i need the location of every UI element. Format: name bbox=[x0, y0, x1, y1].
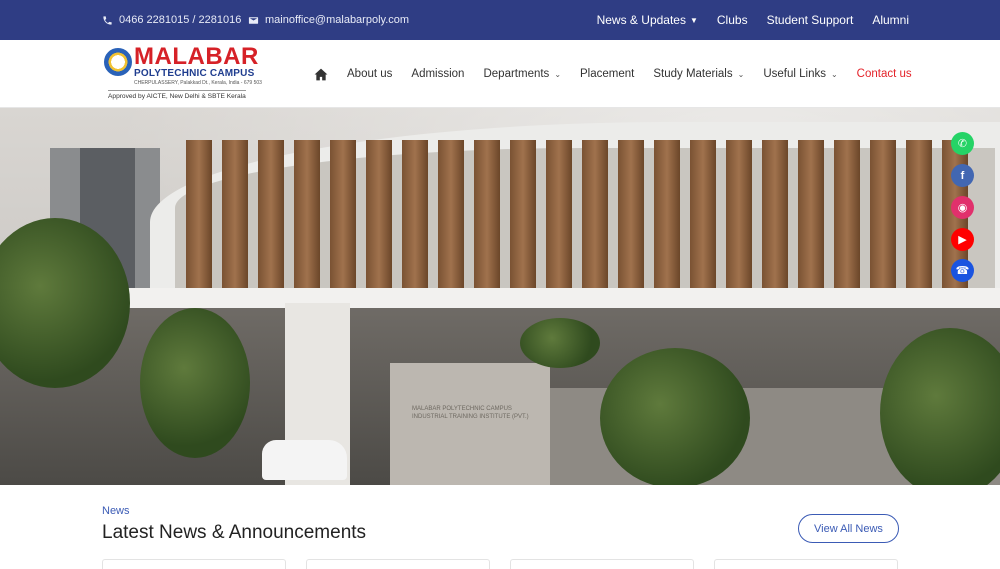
hero-name-wall: MALABAR POLYTECHNIC CAMPUS INDUSTRIAL TR… bbox=[390, 363, 550, 485]
logo-approval: Approved by AICTE, New Delhi & SBTE Kera… bbox=[108, 90, 246, 100]
site-logo[interactable]: MALABAR POLYTECHNIC CAMPUS CHERPULASSERY… bbox=[104, 45, 269, 101]
nav-placement[interactable]: Placement bbox=[580, 68, 634, 80]
phone-number: 0466 2281015 / 2281016 bbox=[119, 14, 242, 26]
chevron-down-icon: ⌄ bbox=[830, 69, 838, 79]
header-email[interactable]: mainoffice@malabarpoly.com bbox=[248, 0, 409, 40]
hero-wood-slats bbox=[180, 140, 980, 310]
news-card[interactable] bbox=[510, 559, 694, 569]
header-phone[interactable]: 0466 2281015 / 2281016 bbox=[102, 0, 241, 40]
nav-label: Admission bbox=[411, 68, 465, 80]
news-card[interactable] bbox=[306, 559, 490, 569]
facebook-button[interactable]: f bbox=[951, 164, 974, 187]
nav-departments[interactable]: Departments ⌄ bbox=[483, 68, 561, 80]
phone-icon bbox=[103, 15, 112, 25]
nav-contact-us[interactable]: Contact us bbox=[857, 68, 912, 80]
top-nav-label: News & Updates bbox=[596, 13, 686, 27]
hero-sign-line-2: INDUSTRIAL TRAINING INSTITUTE (PVT.) bbox=[412, 414, 529, 420]
news-card[interactable] bbox=[102, 559, 286, 569]
top-nav-student-support[interactable]: Student Support bbox=[767, 13, 854, 27]
nav-useful-links[interactable]: Useful Links ⌄ bbox=[763, 68, 837, 80]
whatsapp-button[interactable]: ✆ bbox=[951, 132, 974, 155]
nav-label: Contact us bbox=[856, 68, 912, 80]
instagram-icon: ◉ bbox=[957, 202, 968, 214]
nav-study-materials[interactable]: Study Materials ⌄ bbox=[653, 68, 744, 80]
nav-label: About us bbox=[347, 68, 393, 80]
logo-subtitle: POLYTECHNIC CAMPUS bbox=[134, 68, 255, 79]
news-section-tag: News bbox=[102, 505, 130, 517]
nav-home[interactable] bbox=[314, 68, 328, 81]
chevron-down-icon: ▼ bbox=[689, 15, 698, 25]
top-nav-news-updates[interactable]: News & Updates ▼ bbox=[597, 13, 698, 27]
view-all-news-button[interactable]: View All News bbox=[798, 514, 899, 543]
logo-address: CHERPULASSERY, Palakkad Dt., Kerala, Ind… bbox=[134, 80, 262, 86]
top-nav-label: Student Support bbox=[766, 13, 854, 27]
hero-tree bbox=[600, 348, 750, 485]
nav-label: Study Materials bbox=[653, 68, 733, 80]
nav-label: Useful Links bbox=[763, 68, 826, 80]
top-bar: 0466 2281015 / 2281016 mainoffice@malaba… bbox=[0, 0, 1000, 40]
site-header: MALABAR POLYTECHNIC CAMPUS CHERPULASSERY… bbox=[0, 40, 1000, 108]
nav-about-us[interactable]: About us bbox=[347, 68, 392, 80]
mail-icon bbox=[248, 16, 259, 24]
chevron-down-icon: ⌄ bbox=[554, 69, 562, 79]
whatsapp-icon: ✆ bbox=[957, 138, 968, 150]
top-nav-label: Alumni bbox=[872, 13, 909, 27]
phone-icon: ☎ bbox=[955, 265, 970, 277]
college-emblem-icon bbox=[104, 48, 132, 76]
top-nav-clubs[interactable]: Clubs bbox=[717, 13, 748, 27]
call-button[interactable]: ☎ bbox=[951, 259, 974, 282]
nav-admission[interactable]: Admission bbox=[411, 68, 464, 80]
news-section-title: Latest News & Announcements bbox=[102, 522, 367, 543]
logo-name: MALABAR bbox=[134, 43, 259, 70]
main-nav: About us Admission Departments ⌄ Placeme… bbox=[314, 40, 912, 108]
hero-sign-line-1: MALABAR POLYTECHNIC CAMPUS bbox=[412, 406, 512, 412]
youtube-button[interactable]: ▶ bbox=[951, 228, 974, 251]
top-nav: News & Updates ▼ Clubs Student Support A… bbox=[597, 0, 909, 40]
youtube-icon: ▶ bbox=[958, 234, 967, 246]
hero-car bbox=[262, 440, 347, 480]
email-address: mainoffice@malabarpoly.com bbox=[265, 14, 410, 26]
chevron-down-icon: ⌄ bbox=[737, 69, 745, 79]
hero-tree bbox=[140, 308, 250, 458]
news-card[interactable] bbox=[714, 559, 898, 569]
top-nav-alumni[interactable]: Alumni bbox=[872, 13, 909, 27]
home-icon bbox=[314, 68, 328, 80]
hero-tree bbox=[520, 318, 600, 368]
nav-label: Placement bbox=[580, 68, 635, 80]
nav-label: Departments bbox=[483, 68, 550, 80]
hero-floor-slab bbox=[0, 288, 1000, 308]
facebook-icon: f bbox=[960, 169, 965, 182]
instagram-button[interactable]: ◉ bbox=[951, 196, 974, 219]
top-nav-label: Clubs bbox=[716, 13, 748, 27]
hero-banner-image: MALABAR POLYTECHNIC CAMPUS INDUSTRIAL TR… bbox=[0, 108, 1000, 485]
